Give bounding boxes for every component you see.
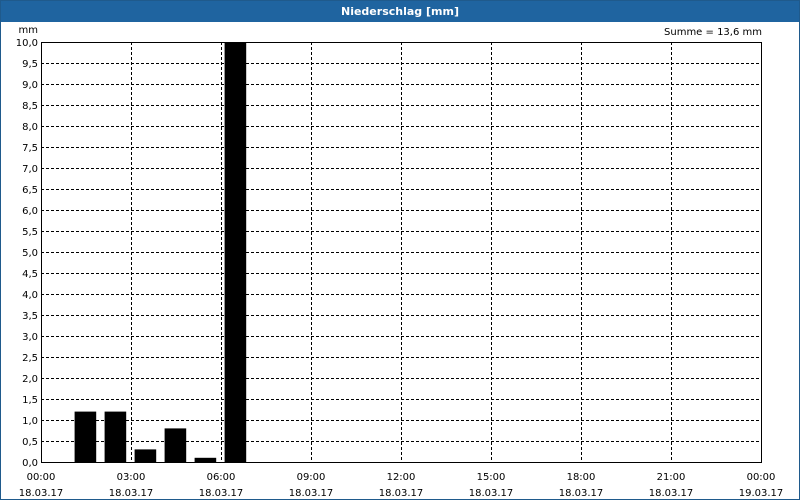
chart-panel: Niederschlag [mm] Summe = 13,6 mm 0,0 0,5… <box>0 0 800 500</box>
y-tick-label: 7,5 <box>22 143 38 154</box>
x-tick-time: 03:00 <box>117 472 146 483</box>
y-tick-label: 3,0 <box>22 332 38 343</box>
x-tick-date: 18.03.17 <box>469 488 514 499</box>
y-tick-label: 2,5 <box>22 353 38 364</box>
y-tick-label: 6,5 <box>22 185 38 196</box>
x-tick-date: 18.03.17 <box>199 488 244 499</box>
x-tick-time: 21:00 <box>657 472 686 483</box>
y-tick-label: 10,0 <box>16 38 38 49</box>
x-tick-time: 15:00 <box>477 472 506 483</box>
y-tick-label: 5,5 <box>22 227 38 238</box>
y-axis-unit: mm <box>19 25 38 36</box>
y-tick-label: 2,0 <box>22 374 38 385</box>
y-tick-label: 9,5 <box>22 59 38 70</box>
y-tick-label: 1,0 <box>22 416 38 427</box>
x-tick-time: 12:00 <box>387 472 416 483</box>
bar <box>74 411 97 462</box>
x-tick-date: 18.03.17 <box>379 488 424 499</box>
bar <box>224 42 247 462</box>
y-tick-label: 3,5 <box>22 311 38 322</box>
x-tick-time: 00:00 <box>747 472 776 483</box>
x-tick-date: 18.03.17 <box>109 488 154 499</box>
y-tick-label: 7,0 <box>22 164 38 175</box>
y-tick-label: 4,5 <box>22 269 38 280</box>
x-tick-time: 00:00 <box>27 472 56 483</box>
bar <box>134 449 157 462</box>
x-tick-time: 09:00 <box>297 472 326 483</box>
y-tick-label: 1,5 <box>22 395 38 406</box>
bar <box>104 411 127 462</box>
x-tick-date: 18.03.17 <box>289 488 334 499</box>
y-tick-label: 0,5 <box>22 437 38 448</box>
y-tick-label: 9,0 <box>22 80 38 91</box>
y-tick-label: 8,5 <box>22 101 38 112</box>
x-tick-date: 18.03.17 <box>19 488 64 499</box>
precipitation-chart: 0,0 0,5 1,0 1,5 2,0 2,5 3,0 3,5 4,0 4,5 5,0 5,5 6,0 6… <box>16 25 784 499</box>
x-tick-time: 18:00 <box>567 472 596 483</box>
y-tick-label: 0,0 <box>22 458 38 469</box>
x-tick-date: 18.03.17 <box>559 488 604 499</box>
y-tick-label: 5,0 <box>22 248 38 259</box>
x-tick-date: 19.03.17 <box>739 488 784 499</box>
x-tick-time: 06:00 <box>207 472 236 483</box>
y-tick-label: 8,0 <box>22 122 38 133</box>
x-tick-date: 18.03.17 <box>649 488 694 499</box>
bar <box>164 428 187 462</box>
y-tick-label: 6,0 <box>22 206 38 217</box>
bar <box>194 457 217 462</box>
y-tick-label: 4,0 <box>22 290 38 301</box>
